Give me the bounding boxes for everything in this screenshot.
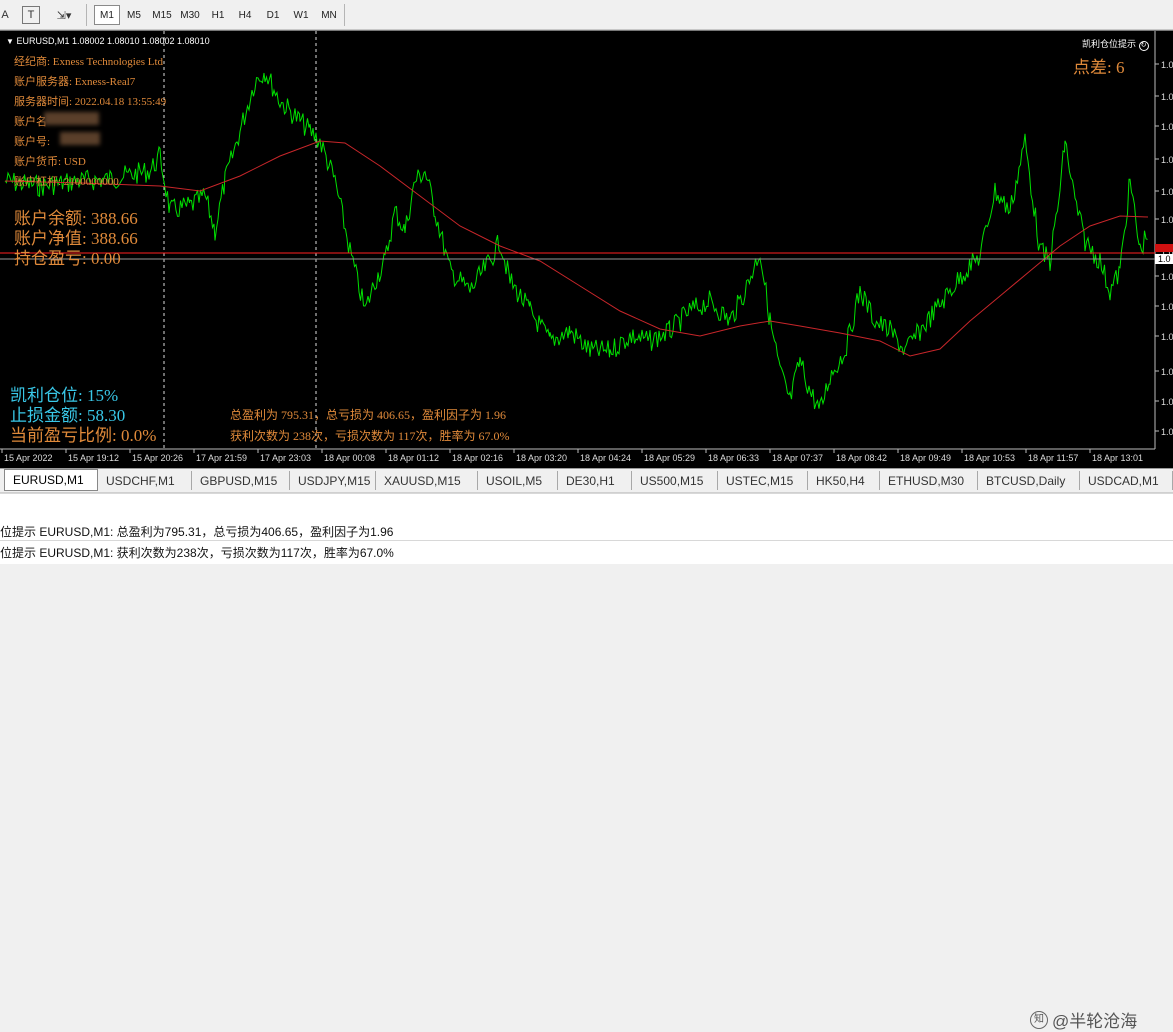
time-tick-label: 18 Apr 01:12 bbox=[388, 453, 439, 463]
price-series-line bbox=[4, 72, 1148, 410]
price-chart: 1.0 1.0 1.0 1.0 1.0 1.0 1.0 1.0 1.0 1.0 1.0 1.0 1.0 1… bbox=[0, 31, 1173, 463]
symbol-tab[interactable]: USDCAD,M1 bbox=[1080, 471, 1173, 490]
timeframe-d1[interactable]: D1 bbox=[260, 5, 286, 25]
account-info-line: 账户名 bbox=[14, 116, 47, 128]
chart-menu-arrow-icon[interactable]: ▼ bbox=[6, 37, 14, 46]
timeframe-h1[interactable]: H1 bbox=[205, 5, 231, 25]
time-tick-label: 15 Apr 20:26 bbox=[132, 453, 183, 463]
symbol-tab[interactable]: USOIL,M5 bbox=[478, 471, 558, 490]
arrows-tool-icon[interactable]: ⇲▾ bbox=[50, 6, 78, 24]
symbol-tab[interactable]: USDJPY,M15 bbox=[290, 471, 376, 490]
price-tick-label: 1.0 bbox=[1161, 122, 1173, 132]
time-tick-label: 18 Apr 05:29 bbox=[644, 453, 695, 463]
toolbar: A T ⇲▾ M1 M5 M15 M30 H1 H4 D1 W1 MN bbox=[0, 0, 1173, 30]
alert-line-2[interactable]: 位提示 EURUSD,M1: 获利次数为238次，亏损次数为117次，胜率为67… bbox=[0, 544, 394, 561]
symbol-tabs: EURUSD,M1 USDCHF,M1 GBPUSD,M15 USDJPY,M15 XA… bbox=[0, 468, 1173, 492]
symbol-tab[interactable]: US500,M15 bbox=[632, 471, 718, 490]
time-tick-label: 18 Apr 09:49 bbox=[900, 453, 951, 463]
price-tick-label: 1.0 bbox=[1161, 427, 1173, 437]
position-pnl-label: 持仓盈亏: 0.00 bbox=[14, 249, 121, 268]
redacted-account-name bbox=[44, 112, 99, 125]
timeframe-m15[interactable]: M15 bbox=[149, 5, 175, 25]
time-tick-label: 18 Apr 08:42 bbox=[836, 453, 887, 463]
moving-average-line bbox=[4, 140, 1149, 357]
timeframe-m30[interactable]: M30 bbox=[177, 5, 203, 25]
price-tick-label: 1.0 bbox=[1161, 155, 1173, 165]
symbol-tab[interactable]: HK50,H4 bbox=[808, 471, 880, 490]
symbol-tab[interactable]: GBPUSD,M15 bbox=[192, 471, 290, 490]
alerts-panel: 位提示 EURUSD,M1: 总盈利为795.31，总亏损为406.65，盈利因… bbox=[0, 492, 1173, 1031]
spread-label: 点差: 6 bbox=[1073, 58, 1125, 77]
toolbar-separator bbox=[86, 4, 87, 26]
time-tick-label: 18 Apr 06:33 bbox=[708, 453, 759, 463]
text-label-tool-icon[interactable]: T bbox=[22, 6, 40, 24]
account-info-line: 账户服务器: Exness-Real7 bbox=[14, 76, 136, 88]
price-tick-label: 1.0 bbox=[1161, 332, 1173, 342]
time-tick-label: 18 Apr 02:16 bbox=[452, 453, 503, 463]
ask-price-marker bbox=[1155, 244, 1173, 252]
symbol-tab[interactable]: USTEC,M15 bbox=[718, 471, 808, 490]
timeframe-mn[interactable]: MN bbox=[316, 5, 342, 25]
redacted-account-number bbox=[60, 132, 100, 145]
time-tick-label: 18 Apr 13:01 bbox=[1092, 453, 1143, 463]
time-tick-label: 18 Apr 07:37 bbox=[772, 453, 823, 463]
account-info-line: 账户杠杆: 2100000000 bbox=[14, 176, 119, 188]
chart-header: ▼ EURUSD,M1 1.08002 1.08010 1.08002 1.08… bbox=[6, 36, 210, 46]
watermark-text: @半轮沧海 bbox=[1052, 1012, 1138, 1031]
price-tick-label: 1.0 bbox=[1161, 302, 1173, 312]
indicator-name-text: 凯利仓位提示 bbox=[1082, 39, 1137, 49]
time-tick-label: 18 Apr 11:57 bbox=[1028, 453, 1078, 463]
price-tick-label: 1.0 bbox=[1161, 272, 1173, 282]
text-tool-label: A bbox=[1, 9, 9, 21]
timeframe-w1[interactable]: W1 bbox=[288, 5, 314, 25]
symbol-tab[interactable]: EURUSD,M1 bbox=[4, 469, 98, 491]
chart-window[interactable]: 1.0 1.0 1.0 1.0 1.0 1.0 1.0 1.0 1.0 1.0 1.0 1.0 1.0 1… bbox=[0, 30, 1173, 468]
text-tool-icon[interactable]: A bbox=[0, 6, 14, 24]
time-tick-label: 18 Apr 03:20 bbox=[516, 453, 567, 463]
alerts-divider bbox=[0, 540, 1173, 541]
time-tick-label: 15 Apr 19:12 bbox=[68, 453, 119, 463]
price-tick-label: 1.0 bbox=[1161, 60, 1173, 70]
account-info-line: 服务器时间: 2022.04.18 13:55:49 bbox=[14, 96, 167, 108]
account-info-line: 账户货币: USD bbox=[14, 156, 86, 168]
symbol-tab[interactable]: USDCHF,M1 bbox=[98, 471, 192, 490]
indicator-settings-icon[interactable]: ↻ bbox=[1138, 41, 1149, 51]
timeframe-h4[interactable]: H4 bbox=[232, 5, 258, 25]
price-tick-label: 1.0 bbox=[1161, 397, 1173, 407]
time-tick-label: 18 Apr 10:53 bbox=[964, 453, 1015, 463]
chart-header-text: EURUSD,M1 1.08002 1.08010 1.08002 1.0801… bbox=[16, 36, 210, 46]
timeframe-m1[interactable]: M1 bbox=[94, 5, 120, 25]
symbol-tab[interactable]: ETHUSD,M30 bbox=[880, 471, 978, 490]
text-label-tool-label: T bbox=[27, 9, 35, 21]
time-tick-label: 15 Apr 2022 bbox=[4, 453, 53, 463]
symbol-tab[interactable]: XAUUSD,M15 bbox=[376, 471, 478, 490]
watermark: 知 @半轮沧海 bbox=[1030, 1007, 1137, 1032]
account-info-line: 经纪商: Exness Technologies Ltd bbox=[14, 56, 164, 68]
indicator-name: 凯利仓位提示 ↻ bbox=[1082, 37, 1149, 51]
time-tick-label: 17 Apr 21:59 bbox=[196, 453, 247, 463]
current-pnl-ratio-label: 当前盈亏比例: 0.0% bbox=[10, 426, 157, 445]
price-tick-label: 1.0 bbox=[1161, 367, 1173, 377]
price-tick-label: 1.0 bbox=[1161, 187, 1173, 197]
price-tick-label: 1.0 bbox=[1161, 215, 1173, 225]
stats-line-1: 总盈利为 795.31，总亏损为 406.65，盈利因子为 1.96 bbox=[230, 408, 507, 422]
current-price-label: 1.0 bbox=[1158, 254, 1171, 264]
alert-line-1[interactable]: 位提示 EURUSD,M1: 总盈利为795.31，总亏损为406.65，盈利因… bbox=[0, 523, 393, 540]
timeframe-m5[interactable]: M5 bbox=[121, 5, 147, 25]
symbol-tab[interactable]: BTCUSD,Daily bbox=[978, 471, 1080, 490]
toolbar-separator bbox=[344, 4, 345, 26]
alerts-top-border bbox=[0, 493, 1173, 494]
price-tick-label: 1.0 bbox=[1161, 92, 1173, 102]
time-tick-label: 17 Apr 23:03 bbox=[260, 453, 311, 463]
stats-line-2: 获利次数为 238次，亏损次数为 117次，胜率为 67.0% bbox=[230, 429, 510, 443]
zhihu-logo-icon: 知 bbox=[1030, 1010, 1048, 1029]
account-info-line: 账户号: bbox=[14, 136, 51, 148]
time-tick-label: 18 Apr 04:24 bbox=[580, 453, 631, 463]
time-tick-label: 18 Apr 00:08 bbox=[324, 453, 375, 463]
symbol-tab[interactable]: DE30,H1 bbox=[558, 471, 632, 490]
